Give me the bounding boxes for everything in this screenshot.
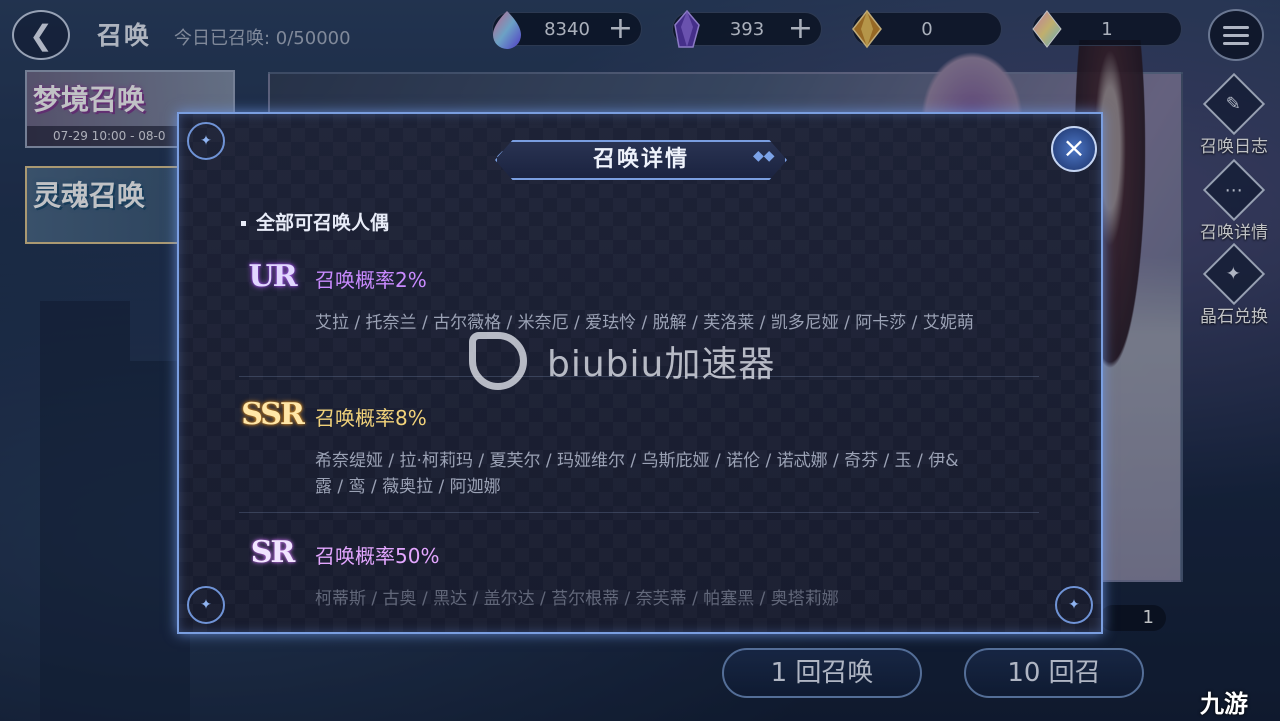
corner-ornament-icon: ✦ [187,122,225,160]
tier-probability: 召唤概率8% [315,406,427,430]
close-button[interactable]: × [1051,126,1097,172]
summon-details-dialog: ✦ ✦ ✦ ◆◆ 召唤详情 ◆◆ × 全部可召唤人偶 UR 召唤概率2% 艾拉 … [177,112,1103,634]
watermark: biubiu加速器 [469,332,775,390]
tier-sr: SR 召唤概率50% 柯蒂斯 / 古奥 / 黑达 / 盖尔达 / 苔尔根蒂 / … [239,534,1039,632]
tier-ssr: SSR 召唤概率8% 希奈缇娅 / 拉·柯莉玛 / 夏芙尔 / 玛娅维尔 / 乌… [239,396,1039,506]
close-icon: × [1062,131,1086,164]
bullet-icon [241,221,246,226]
divider [239,512,1039,513]
rank-badge-ssr: SSR [241,397,305,432]
corner-ornament-icon: ✦ [1055,586,1093,624]
tier-probability: 召唤概率50% [315,544,440,568]
rank-badge-sr: SR [250,535,296,570]
tier-probability: 召唤概率2% [315,268,427,292]
brand-logo: 九游 [1200,690,1248,718]
dialog-title: 召唤详情 [495,140,787,180]
tier-character-list: 希奈缇娅 / 拉·柯莉玛 / 夏芙尔 / 玛娅维尔 / 乌斯庇娅 / 诺伦 / … [315,451,959,497]
section-heading-text: 全部可召唤人偶 [256,212,390,234]
rank-badge-ur: UR [248,259,297,294]
corner-ornament-icon: ✦ [187,586,225,624]
watermark-logo-icon [469,332,527,390]
watermark-text: biubiu加速器 [547,344,776,385]
tier-character-list: 柯蒂斯 / 古奥 / 黑达 / 盖尔达 / 苔尔根蒂 / 奈芙蒂 / 帕塞黑 /… [315,589,839,609]
title-ornament-icon: ◆◆ [753,148,775,164]
section-heading: 全部可召唤人偶 [241,208,389,235]
